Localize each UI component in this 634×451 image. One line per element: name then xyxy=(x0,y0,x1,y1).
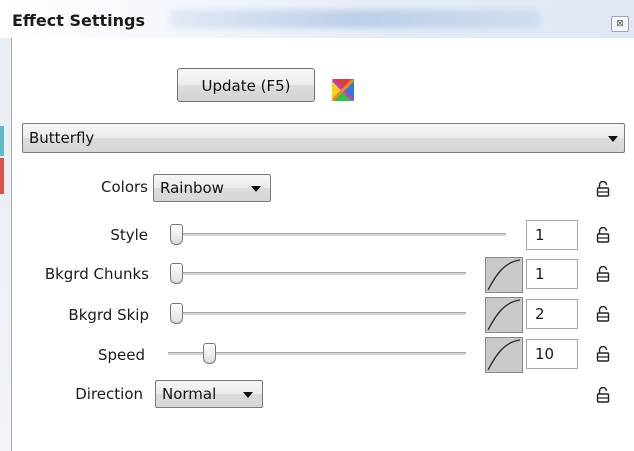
lock-icon[interactable] xyxy=(596,227,610,243)
lock-icon[interactable] xyxy=(596,181,610,197)
style-slider-track[interactable] xyxy=(172,233,506,236)
bkgrd-skip-value-field[interactable]: 2 xyxy=(526,299,578,329)
direction-label: Direction xyxy=(75,385,143,403)
lock-icon[interactable] xyxy=(596,387,610,403)
bkgrd-skip-slider-track[interactable] xyxy=(172,312,466,315)
speed-label: Speed xyxy=(97,346,145,364)
lock-icon[interactable] xyxy=(596,306,610,322)
style-slider-thumb[interactable] xyxy=(170,224,183,245)
title-bar-glow xyxy=(170,10,540,28)
style-value-field[interactable]: 1 xyxy=(526,220,578,250)
value-curve-button[interactable] xyxy=(485,337,523,373)
colors-label: Colors xyxy=(101,178,148,196)
left-accent-teal xyxy=(0,126,4,156)
title-bar: Effect Settings ⊠ xyxy=(0,0,634,38)
bkgrd-skip-slider-thumb[interactable] xyxy=(170,303,183,324)
direction-select-value: Normal xyxy=(162,385,217,403)
bkgrd-chunks-slider-track[interactable] xyxy=(172,272,466,275)
window-title: Effect Settings xyxy=(12,11,145,30)
bkgrd-chunks-label: Bkgrd Chunks xyxy=(44,265,149,283)
speed-slider-thumb[interactable] xyxy=(203,343,217,364)
lock-icon[interactable] xyxy=(596,346,610,362)
value-curve-button[interactable] xyxy=(485,297,523,333)
chevron-down-icon xyxy=(251,186,261,192)
speed-value-field[interactable]: 10 xyxy=(526,339,578,369)
close-button[interactable]: ⊠ xyxy=(611,16,629,32)
effect-select[interactable]: Butterfly xyxy=(22,123,625,153)
bkgrd-chunks-value-field[interactable]: 1 xyxy=(526,259,578,289)
chevron-down-icon xyxy=(608,136,618,142)
color-x-icon[interactable] xyxy=(332,79,354,101)
left-accent-red xyxy=(0,158,4,194)
value-curve-button[interactable] xyxy=(485,257,523,293)
lock-icon[interactable] xyxy=(596,266,610,282)
chevron-down-icon xyxy=(243,392,253,398)
colors-select[interactable]: Rainbow xyxy=(153,174,271,202)
effect-select-value: Butterfly xyxy=(29,129,95,147)
bkgrd-chunks-slider-thumb[interactable] xyxy=(170,263,183,284)
direction-select[interactable]: Normal xyxy=(155,380,263,408)
colors-select-value: Rainbow xyxy=(160,179,224,197)
update-button[interactable]: Update (F5) xyxy=(177,68,315,102)
style-label: Style xyxy=(110,226,148,244)
bkgrd-skip-label: Bkgrd Skip xyxy=(68,306,149,324)
